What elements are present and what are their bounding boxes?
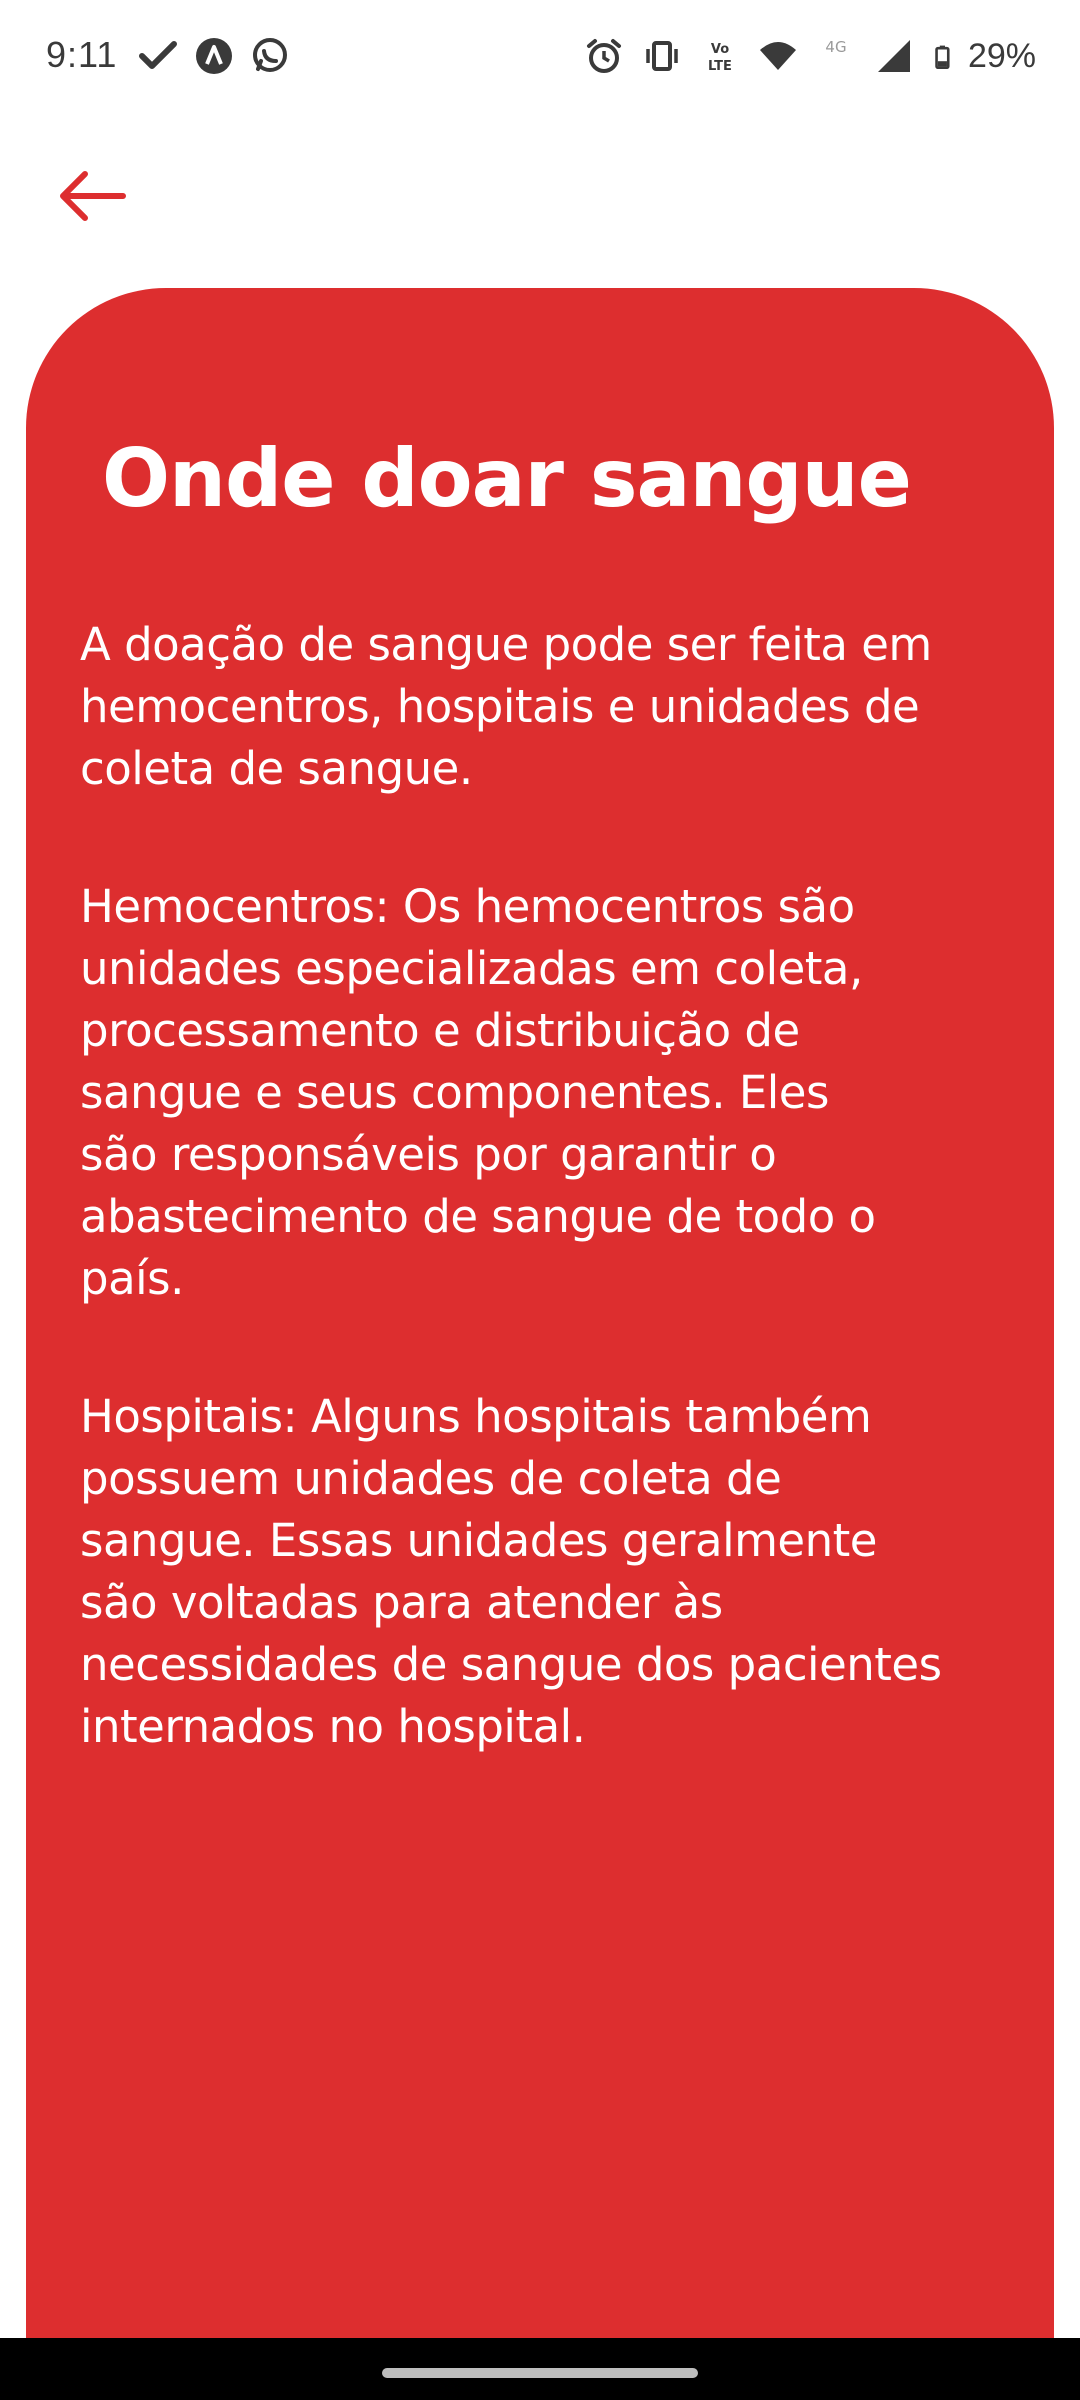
- vibrate-icon: [646, 41, 678, 71]
- svg-text:Vo: Vo: [711, 42, 729, 57]
- page-title: Onde doar sangue: [102, 432, 912, 525]
- volte-icon: Vo LTE: [708, 42, 732, 74]
- status-bar: 9:11 Vo LTE 4G 29%: [0, 0, 1080, 118]
- paragraph-intro: A doação de sangue pode ser feita em hem…: [80, 618, 932, 795]
- home-gesture-handle[interactable]: [382, 2368, 698, 2378]
- arrow-left-icon: [60, 171, 126, 221]
- back-button[interactable]: [52, 160, 132, 232]
- info-card: Onde doar sangue A doação de sangue pode…: [26, 288, 1054, 2338]
- status-time: 9:11: [46, 34, 118, 75]
- svg-text:4G: 4G: [825, 38, 846, 56]
- app-icon: [196, 38, 232, 74]
- alarm-icon: [586, 39, 621, 73]
- check-icon: [139, 41, 177, 69]
- card-body: A doação de sangue pode ser feita em hem…: [80, 614, 1040, 1834]
- battery-icon: [935, 45, 950, 69]
- wifi-icon: [759, 42, 796, 70]
- battery-percentage: 29%: [967, 36, 1036, 75]
- status-notification-icons: [138, 36, 290, 76]
- paragraph-hemocentros: Hemocentros: Os hemocentros são unidades…: [80, 880, 876, 1305]
- status-system-icons: Vo LTE 4G 29%: [584, 36, 1036, 76]
- 4g-icon: 4G: [825, 38, 846, 56]
- signal-icon: [877, 40, 910, 72]
- svg-text:LTE: LTE: [708, 59, 732, 74]
- whatsapp-icon: [253, 38, 287, 72]
- paragraph-hospitais: Hospitais: Alguns hospitais também possu…: [80, 1390, 942, 1753]
